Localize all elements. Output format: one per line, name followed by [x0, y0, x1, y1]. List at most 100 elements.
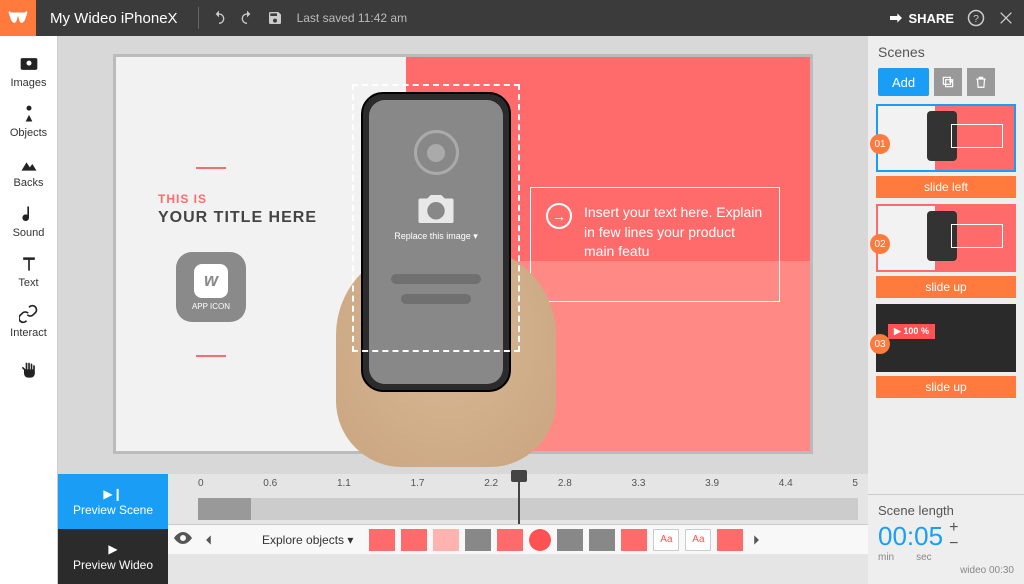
- camera-icon[interactable]: [415, 193, 457, 225]
- object-thumb[interactable]: [557, 529, 583, 551]
- scene-thumbnail[interactable]: [876, 104, 1016, 172]
- play-icon: ▶: [108, 542, 117, 556]
- object-thumb[interactable]: [621, 529, 647, 551]
- tool-objects[interactable]: Objects: [0, 96, 58, 146]
- tool-interact[interactable]: Interact: [0, 296, 58, 346]
- save-button[interactable]: [261, 4, 289, 32]
- phone-in-hand[interactable]: Replace this image ▾: [316, 92, 576, 457]
- scene-number-badge: 01: [870, 134, 890, 154]
- redo-button[interactable]: [233, 4, 261, 32]
- tool-hand[interactable]: [0, 346, 58, 396]
- object-thumb-text[interactable]: Aa: [653, 529, 679, 551]
- object-thumb[interactable]: [401, 529, 427, 551]
- tool-images[interactable]: Images: [0, 46, 58, 96]
- sec-label: sec: [916, 552, 932, 563]
- chevron-left-icon[interactable]: [202, 533, 216, 547]
- scene-number-badge: 02: [870, 234, 890, 254]
- scene-item: 01slide left: [876, 104, 1016, 198]
- last-saved-label: Last saved 11:42 am: [297, 11, 408, 25]
- tool-backs[interactable]: Backs: [0, 146, 58, 196]
- ruler-tick: 2.2: [484, 478, 498, 489]
- callout-text[interactable]: Insert your text here. Explain in few li…: [584, 203, 764, 262]
- preview-scene-button[interactable]: ▶❙ Preview Scene: [58, 474, 168, 529]
- delete-scene-button[interactable]: [967, 68, 995, 96]
- chevron-right-icon[interactable]: [749, 533, 763, 547]
- scene-item: 03▶ 100 %slide up: [876, 304, 1016, 398]
- scene-item: 02slide up: [876, 204, 1016, 298]
- accent-line: [196, 355, 226, 357]
- svg-text:?: ?: [973, 13, 979, 25]
- ruler-tick: 0: [198, 478, 204, 489]
- add-scene-button[interactable]: Add: [878, 68, 929, 96]
- ruler-tick: 2.8: [558, 478, 572, 489]
- app-icon-placeholder[interactable]: w APP ICON: [176, 252, 246, 322]
- timeline-track[interactable]: [198, 498, 858, 520]
- preview-wideo-button[interactable]: ▶ Preview Wideo: [58, 529, 168, 584]
- visibility-toggle[interactable]: [174, 531, 196, 549]
- ruler-tick: 3.9: [705, 478, 719, 489]
- ruler-tick: 1.7: [411, 478, 425, 489]
- undo-button[interactable]: [205, 4, 233, 32]
- scene-badge: ▶ 100 %: [888, 324, 935, 339]
- object-thumb[interactable]: [369, 529, 395, 551]
- increase-length-button[interactable]: +: [949, 520, 958, 536]
- share-button[interactable]: SHARE: [888, 10, 954, 26]
- object-thumb[interactable]: [529, 529, 551, 551]
- subtitle-text[interactable]: THIS IS: [158, 192, 207, 206]
- explore-objects-dropdown[interactable]: Explore objects ▾: [262, 533, 353, 547]
- phone-screen: Replace this image ▾: [369, 100, 503, 384]
- ruler-tick: 4.4: [779, 478, 793, 489]
- scene-thumbnail[interactable]: ▶ 100 %: [876, 304, 1016, 372]
- divider: [198, 7, 199, 29]
- avatar-icon: [414, 130, 459, 175]
- timeline-ruler[interactable]: 0 0.6 1.1 1.7 2.2 2.8 3.3 3.9 4.4 5: [168, 474, 868, 524]
- help-button[interactable]: ?: [964, 6, 988, 30]
- decrease-length-button[interactable]: −: [949, 536, 958, 552]
- scene-length-value: 00:05: [878, 521, 943, 552]
- transition-label[interactable]: slide up: [876, 376, 1016, 398]
- scene-length-title: Scene length: [878, 503, 1014, 518]
- project-name[interactable]: My Wideo iPhoneX: [36, 10, 192, 27]
- ruler-tick: 3.3: [632, 478, 646, 489]
- scene-length-panel: Scene length 00:05 + − min sec wideo 00:…: [868, 494, 1024, 584]
- timeline-fill: [198, 498, 251, 520]
- timeline-panel: ▶❙ Preview Scene ▶ Preview Wideo 0 0.6 1.1…: [58, 474, 868, 584]
- tool-sound[interactable]: Sound: [0, 196, 58, 246]
- canvas-area[interactable]: THIS IS YOUR TITLE HERE w APP ICON: [58, 36, 868, 474]
- ruler-tick: 5: [852, 478, 858, 489]
- scene-thumbnail[interactable]: [876, 204, 1016, 272]
- transition-label[interactable]: slide left: [876, 176, 1016, 198]
- min-label: min: [878, 552, 894, 563]
- object-thumb[interactable]: [465, 529, 491, 551]
- tool-text[interactable]: Text: [0, 246, 58, 296]
- canvas[interactable]: THIS IS YOUR TITLE HERE w APP ICON: [113, 54, 813, 454]
- scenes-panel: Scenes Add 01slide left02slide up03▶ 100…: [868, 36, 1024, 584]
- play-next-icon: ▶❙: [103, 487, 122, 501]
- duplicate-scene-button[interactable]: [934, 68, 962, 96]
- object-row: Explore objects ▾ Aa Aa: [168, 524, 868, 554]
- object-thumb[interactable]: [717, 529, 743, 551]
- object-thumb-text[interactable]: Aa: [685, 529, 711, 551]
- left-toolbar: Images Objects Backs Sound Text Interact: [0, 36, 58, 584]
- scene-number-badge: 03: [870, 334, 890, 354]
- placeholder-bar: [401, 294, 471, 304]
- playhead[interactable]: [518, 474, 520, 524]
- title-text[interactable]: YOUR TITLE HERE: [158, 209, 317, 227]
- placeholder-bar: [391, 274, 481, 284]
- accent-line: [196, 167, 226, 169]
- ruler-tick: 0.6: [263, 478, 277, 489]
- object-thumb[interactable]: [433, 529, 459, 551]
- transition-label[interactable]: slide up: [876, 276, 1016, 298]
- scenes-header: Scenes: [868, 36, 1024, 68]
- object-thumb[interactable]: [589, 529, 615, 551]
- top-bar: My Wideo iPhoneX Last saved 11:42 am SHA…: [0, 0, 1024, 36]
- close-button[interactable]: [994, 6, 1018, 30]
- app-icon-logo: w: [194, 264, 228, 298]
- replace-image-label[interactable]: Replace this image ▾: [394, 231, 478, 242]
- share-label: SHARE: [908, 11, 954, 26]
- wideo-length-label: wideo 00:30: [878, 565, 1014, 576]
- wideo-logo[interactable]: [0, 0, 36, 36]
- ruler-tick: 1.1: [337, 478, 351, 489]
- object-thumb[interactable]: [497, 529, 523, 551]
- phone-mockup[interactable]: Replace this image ▾: [361, 92, 511, 392]
